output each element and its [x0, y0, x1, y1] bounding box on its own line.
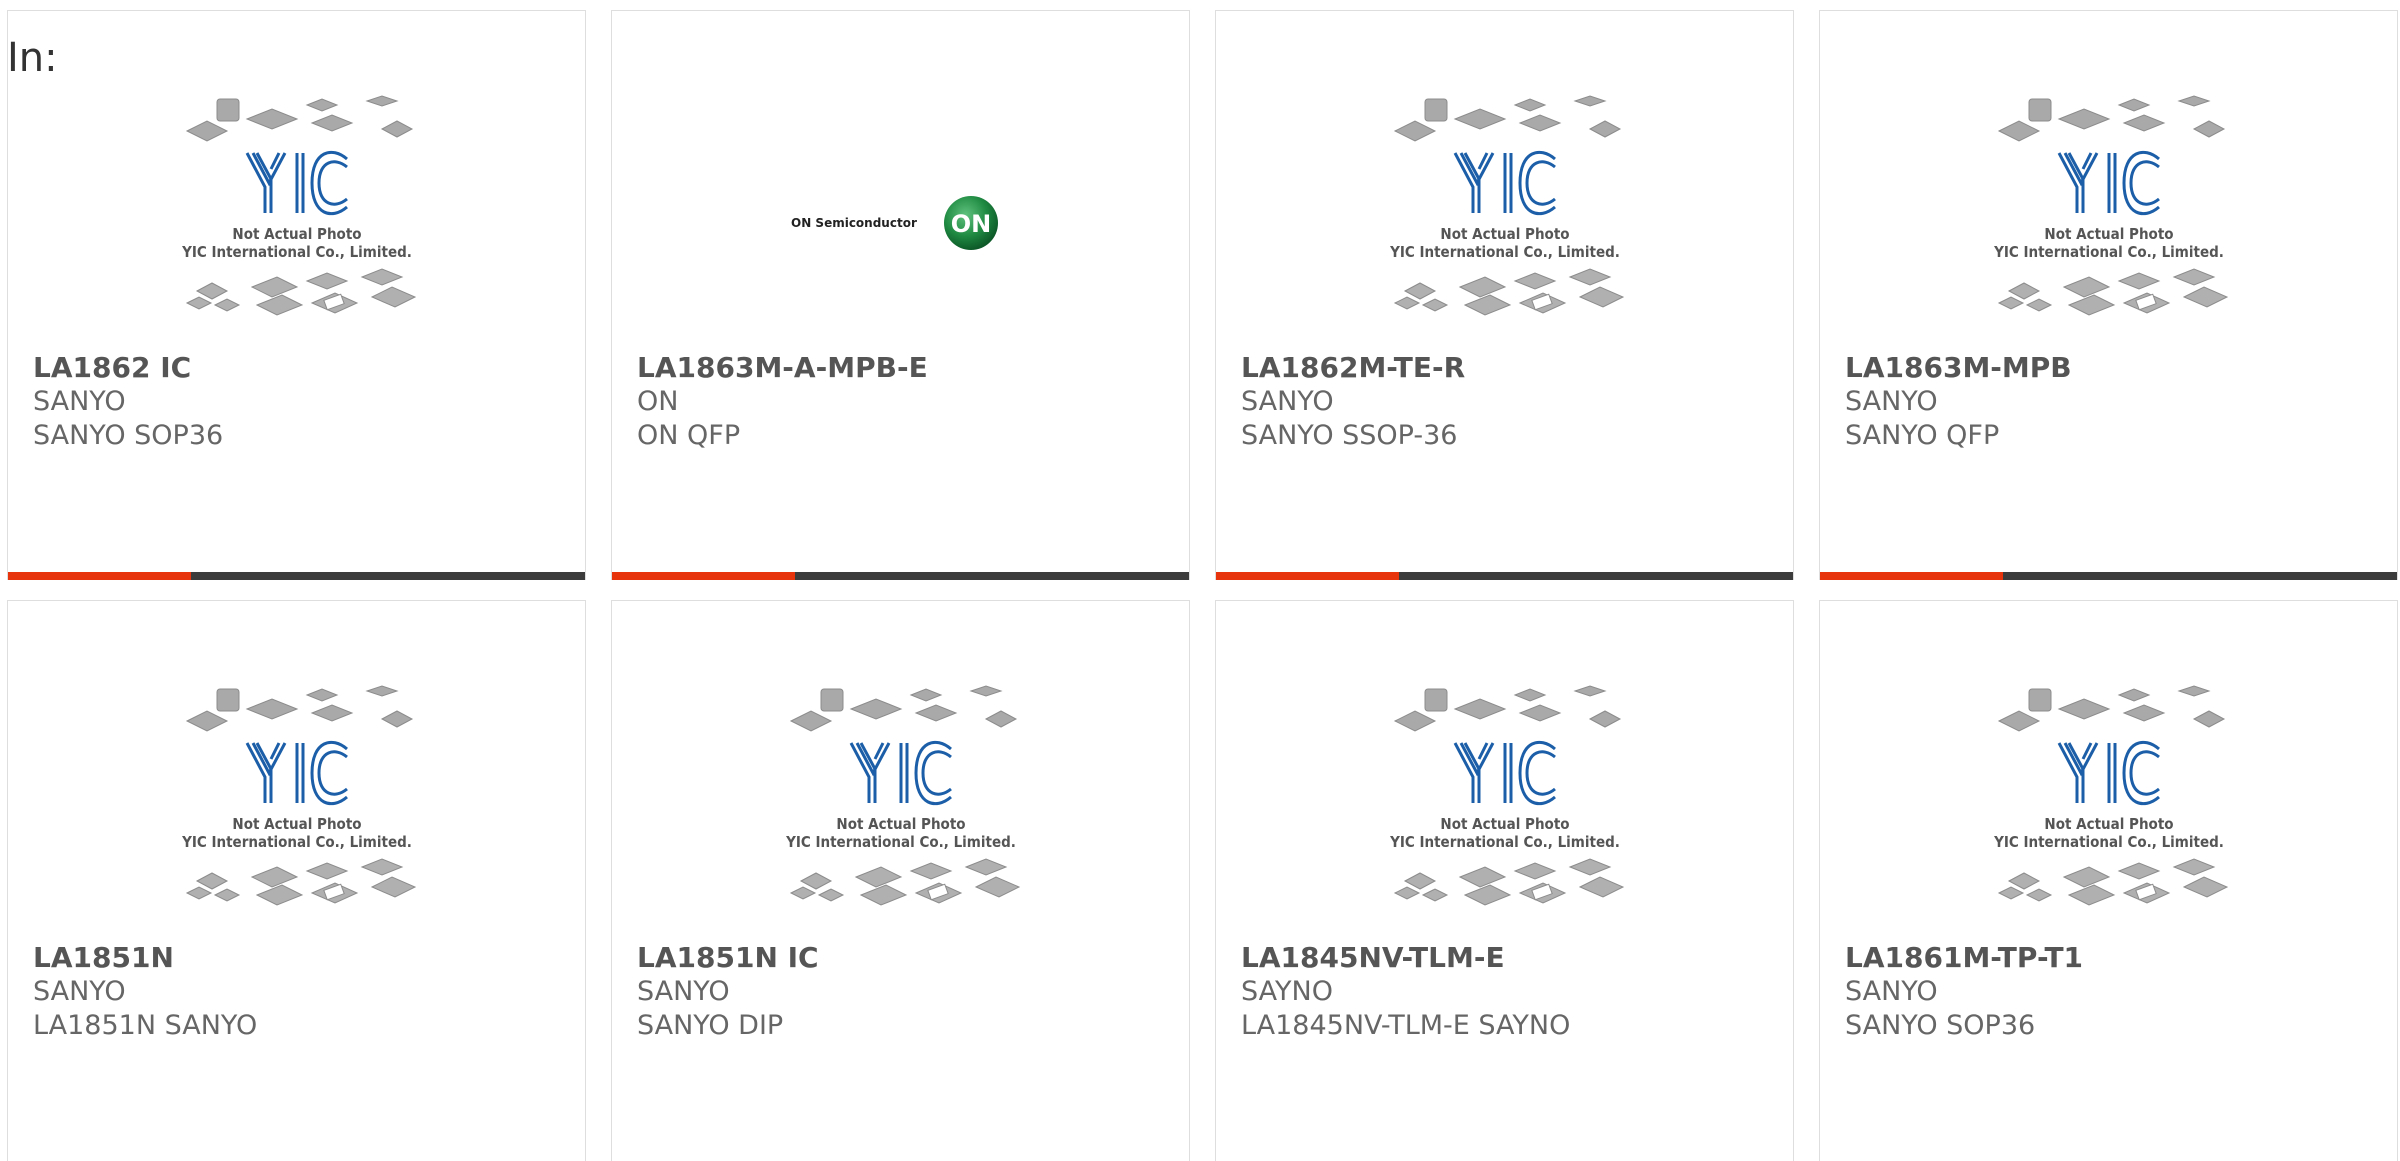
part-number-link[interactable]: LA1863M-MPB	[1845, 351, 2387, 385]
placeholder-image: Not Actual Photo YIC International Co., …	[1389, 685, 1624, 906]
product-image[interactable]: Not Actual Photo YIC International Co., …	[8, 681, 585, 941]
part-number-link[interactable]: LA1862M-TE-R	[1241, 351, 1783, 385]
card-accent-bar	[612, 572, 795, 580]
product-card[interactable]: Not Actual Photo YIC International Co., …	[611, 600, 1190, 1161]
description: SANYO SOP36	[33, 420, 224, 451]
part-number-link[interactable]: LA1851N	[33, 941, 575, 975]
svg-text:Not Actual Photo: Not Actual Photo	[836, 815, 965, 833]
manufacturer: SANYO	[1845, 386, 1938, 417]
card-bottom-bar	[1820, 572, 2397, 580]
manufacturer: SANYO	[33, 976, 126, 1007]
svg-text:YIC International Co., Limited: YIC International Co., Limited.	[181, 243, 412, 261]
manufacturer: ON	[637, 386, 679, 417]
placeholder-image: Not Actual Photo YIC International Co., …	[1993, 95, 2228, 316]
product-image[interactable]: Not Actual Photo YIC International Co., …	[1216, 91, 1793, 351]
product-info: LA1851N IC SANYO SANYO DIP	[637, 941, 1179, 1043]
svg-text:Not Actual Photo: Not Actual Photo	[2044, 225, 2173, 243]
product-info: LA1863M-A-MPB-E ON ON QFP	[637, 351, 1179, 453]
description: SANYO QFP	[1845, 420, 2000, 451]
description: SANYO DIP	[637, 1010, 784, 1041]
product-card[interactable]: Not Actual Photo YIC International Co., …	[1819, 10, 2398, 580]
product-info: LA1861M-TP-T1 SANYO SANYO SOP36	[1845, 941, 2387, 1043]
svg-text:YIC International Co., Limited: YIC International Co., Limited.	[1389, 243, 1620, 261]
svg-text:YIC International Co., Limited: YIC International Co., Limited.	[785, 833, 1016, 851]
description: SANYO SOP36	[1845, 1010, 2036, 1041]
card-bottom-bar	[1216, 572, 1793, 580]
svg-text:Not Actual Photo: Not Actual Photo	[232, 815, 361, 833]
product-card[interactable]: Not Actual Photo YIC International Co., …	[1215, 10, 1794, 580]
placeholder-image: Not Actual Photo YIC International Co., …	[785, 685, 1020, 906]
description: ON QFP	[637, 420, 741, 451]
product-image[interactable]: Not Actual Photo YIC International Co., …	[8, 91, 585, 351]
product-image[interactable]: Not Actual Photo YIC International Co., …	[1820, 91, 2397, 351]
part-number-link[interactable]: LA1851N IC	[637, 941, 1179, 975]
product-grid: Not Actual Photo YIC International Co., …	[0, 0, 2400, 1161]
svg-text:Not Actual Photo: Not Actual Photo	[1440, 815, 1569, 833]
product-card[interactable]: Not Actual Photo YIC International Co., …	[1215, 600, 1794, 1161]
card-accent-bar	[8, 572, 191, 580]
filter-label: In:	[7, 35, 58, 81]
product-image[interactable]: Not Actual Photo YIC International Co., …	[1216, 681, 1793, 941]
part-number-link[interactable]: LA1862 IC	[33, 351, 575, 385]
svg-text:YIC International Co., Limited: YIC International Co., Limited.	[1389, 833, 1620, 851]
on-semiconductor-logo: ON Semiconductor ON	[791, 196, 998, 250]
page: In: Not Actual Photo YIC International C…	[0, 0, 2400, 1161]
manufacturer: SANYO	[33, 386, 126, 417]
description: LA1851N SANYO	[33, 1010, 258, 1041]
svg-text:ON: ON	[950, 210, 991, 238]
svg-text:ON Semiconductor: ON Semiconductor	[791, 216, 917, 230]
product-image[interactable]: ON Semiconductor ON	[612, 91, 1189, 351]
part-number-link[interactable]: LA1861M-TP-T1	[1845, 941, 2387, 975]
part-number-link[interactable]: LA1863M-A-MPB-E	[637, 351, 1179, 385]
placeholder-image: Not Actual Photo YIC International Co., …	[181, 685, 416, 906]
description: LA1845NV-TLM-E SAYNO	[1241, 1010, 1571, 1041]
manufacturer: SANYO	[637, 976, 730, 1007]
svg-text:Not Actual Photo: Not Actual Photo	[2044, 815, 2173, 833]
product-info: LA1862M-TE-R SANYO SANYO SSOP-36	[1241, 351, 1783, 453]
product-info: LA1862 IC SANYO SANYO SOP36	[33, 351, 575, 453]
svg-text:Not Actual Photo: Not Actual Photo	[232, 225, 361, 243]
product-info: LA1845NV-TLM-E SAYNO LA1845NV-TLM-E SAYNO	[1241, 941, 1783, 1043]
placeholder-image: Not Actual Photo YIC International Co., …	[1389, 95, 1624, 316]
card-accent-bar	[1820, 572, 2003, 580]
svg-text:Not Actual Photo: Not Actual Photo	[1440, 225, 1569, 243]
product-image[interactable]: Not Actual Photo YIC International Co., …	[1820, 681, 2397, 941]
product-image[interactable]: Not Actual Photo YIC International Co., …	[612, 681, 1189, 941]
product-card[interactable]: Not Actual Photo YIC International Co., …	[1819, 600, 2398, 1161]
product-card[interactable]: ON Semiconductor ON LA1863M-A-MPB-E ON ON …	[611, 10, 1190, 580]
part-number-link[interactable]: LA1845NV-TLM-E	[1241, 941, 1783, 975]
manufacturer: SANYO	[1845, 976, 1938, 1007]
product-card[interactable]: Not Actual Photo YIC International Co., …	[7, 10, 586, 580]
svg-text:YIC International Co., Limited: YIC International Co., Limited.	[1993, 243, 2224, 261]
product-info: LA1863M-MPB SANYO SANYO QFP	[1845, 351, 2387, 453]
product-card[interactable]: Not Actual Photo YIC International Co., …	[7, 600, 586, 1161]
svg-text:YIC International Co., Limited: YIC International Co., Limited.	[181, 833, 412, 851]
card-accent-bar	[1216, 572, 1399, 580]
placeholder-image: Not Actual Photo YIC International Co., …	[1993, 685, 2228, 906]
placeholder-image: Not Actual Photo YIC International Co., …	[181, 95, 416, 316]
manufacturer: SAYNO	[1241, 976, 1333, 1007]
manufacturer: SANYO	[1241, 386, 1334, 417]
product-info: LA1851N SANYO LA1851N SANYO	[33, 941, 575, 1043]
svg-text:YIC International Co., Limited: YIC International Co., Limited.	[1993, 833, 2224, 851]
description: SANYO SSOP-36	[1241, 420, 1458, 451]
card-bottom-bar	[8, 572, 585, 580]
card-bottom-bar	[612, 572, 1189, 580]
